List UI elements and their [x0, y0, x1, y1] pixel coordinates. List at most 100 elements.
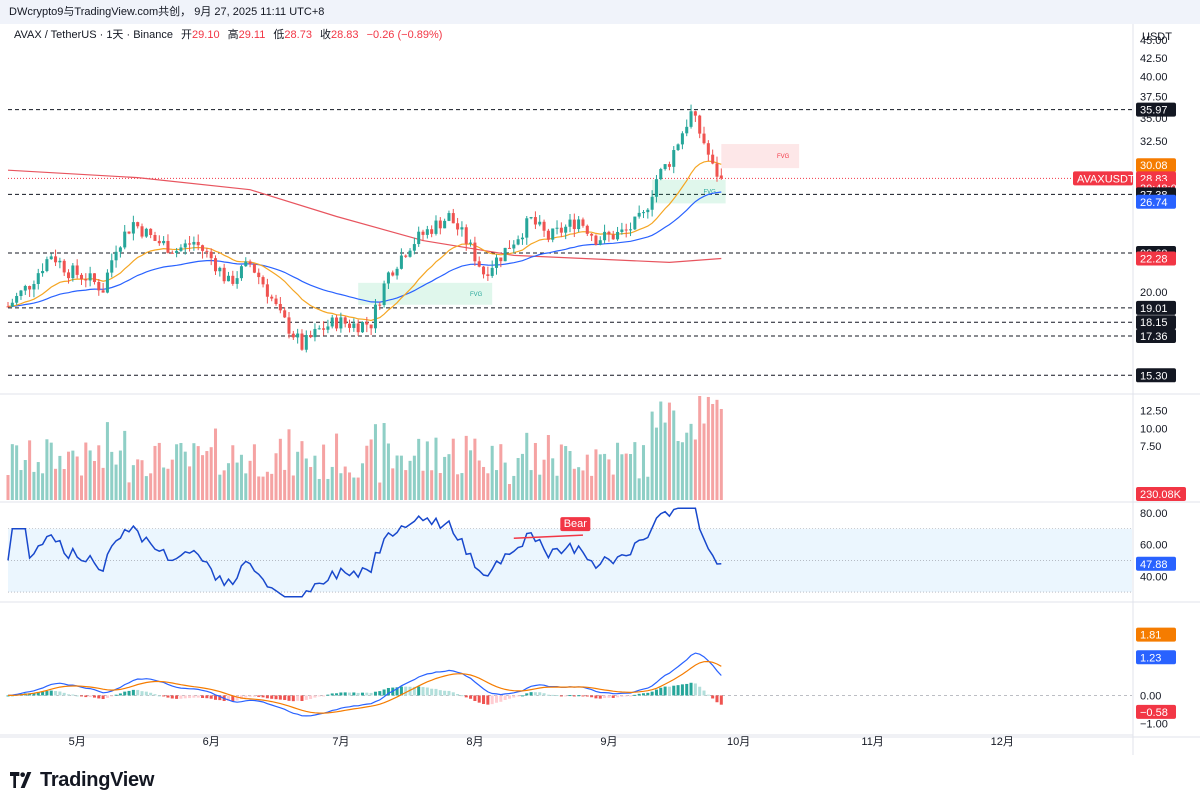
- candle-body: [529, 217, 533, 219]
- candle-body: [438, 220, 442, 229]
- candle-body: [326, 326, 330, 330]
- candle-body: [594, 235, 598, 245]
- candle-body: [300, 333, 304, 350]
- candle-body: [477, 261, 481, 267]
- volume-bar: [213, 428, 218, 500]
- volume-bar: [239, 454, 243, 500]
- volume-bar: [702, 423, 706, 500]
- macd-histogram-bar: [659, 687, 663, 696]
- chart-canvas[interactable]: FVGFVGFVGUSDT45.0042.5040.0037.5035.0032…: [0, 0, 1200, 804]
- volume-bar: [629, 454, 633, 500]
- macd-histogram-bar: [585, 695, 589, 697]
- candle-body: [650, 196, 654, 210]
- volume-bar: [585, 454, 589, 500]
- volume-bar: [322, 444, 326, 500]
- macd-histogram-bar: [473, 695, 477, 702]
- volume-bar: [45, 439, 49, 500]
- candle-body: [162, 240, 166, 244]
- volume-bar: [140, 460, 144, 500]
- volume-bar: [421, 470, 425, 500]
- candle-body: [123, 231, 127, 248]
- candle-body: [564, 226, 568, 233]
- macd-histogram-bar: [343, 692, 347, 696]
- macd-histogram-bar: [693, 683, 697, 696]
- candle-body: [54, 256, 58, 263]
- volume-bar: [144, 476, 148, 500]
- volume-bar: [97, 445, 101, 500]
- macd-histogram-bar: [274, 695, 278, 700]
- candle-body: [577, 219, 581, 230]
- candle-body: [84, 279, 88, 281]
- candle-body: [391, 272, 395, 276]
- volume-bar: [503, 462, 507, 500]
- price-axis-tick: 37.50: [1140, 92, 1168, 104]
- candle-body: [482, 266, 486, 275]
- volume-bar: [188, 466, 192, 500]
- macd-histogram-bar: [110, 695, 114, 697]
- price-tag-label: 15.30: [1140, 370, 1168, 382]
- candle-body: [572, 219, 576, 230]
- volume-bar: [157, 442, 161, 500]
- volume-bar: [711, 403, 715, 500]
- macd-histogram-bar: [123, 691, 127, 696]
- volume-bar: [477, 460, 481, 500]
- volume-bar: [425, 441, 429, 500]
- volume-bar: [88, 450, 92, 500]
- macd-histogram-bar: [291, 695, 295, 702]
- price-tag-label: 17.36: [1140, 331, 1168, 343]
- volume-bar: [603, 453, 607, 500]
- volume-bar: [166, 468, 170, 500]
- macd-histogram-bar: [637, 693, 641, 696]
- candle-body: [641, 212, 646, 214]
- time-axis-tick: 6月: [203, 736, 220, 748]
- candle-body: [689, 111, 693, 127]
- macd-histogram-bar: [179, 695, 183, 699]
- volume-bar: [19, 470, 23, 500]
- volume-bar: [10, 444, 14, 500]
- volume-bar: [28, 440, 32, 500]
- candle-body: [239, 266, 243, 279]
- volume-bar: [136, 459, 140, 500]
- candle-body: [373, 304, 377, 329]
- macd-histogram-bar: [283, 695, 287, 700]
- macd-histogram-bar: [136, 689, 140, 696]
- volume-bar: [637, 478, 641, 500]
- macd-histogram-bar: [170, 695, 174, 699]
- candle-body: [222, 267, 226, 282]
- candle-body: [291, 333, 295, 338]
- macd-axis-tick: −1.00: [1140, 719, 1168, 731]
- macd-histogram-bar: [611, 695, 615, 698]
- macd-histogram-bar: [118, 693, 122, 696]
- volume-bar: [516, 458, 520, 500]
- rsi-axis-tick: 60.00: [1140, 540, 1168, 552]
- macd-histogram-bar: [460, 695, 464, 697]
- volume-bar: [386, 443, 390, 500]
- macd-histogram-bar: [477, 695, 481, 703]
- macd-histogram-bar: [538, 692, 542, 696]
- time-axis-tick: 12月: [991, 736, 1014, 748]
- volume-bar: [287, 429, 291, 500]
- volume-bar: [62, 469, 66, 500]
- rsi-axis-tick: 40.00: [1140, 571, 1168, 583]
- macd-histogram-bar: [205, 695, 209, 699]
- candle-body: [473, 242, 477, 262]
- candle-body: [443, 220, 447, 229]
- volume-bar: [348, 472, 352, 500]
- candle-body: [244, 261, 248, 267]
- volume-bar: [382, 423, 386, 500]
- volume-bar: [265, 471, 269, 500]
- volume-bar: [538, 474, 542, 500]
- candle-body: [603, 231, 607, 241]
- volume-bar: [101, 467, 105, 500]
- macd-histogram-bar: [248, 695, 252, 697]
- price-tag-label: 26.74: [1140, 197, 1168, 209]
- candle-body: [520, 237, 524, 240]
- candle-body: [365, 322, 369, 325]
- volume-bar: [659, 401, 663, 500]
- volume-bar: [356, 477, 360, 500]
- volume-bar: [408, 460, 412, 500]
- candle-body: [45, 259, 49, 271]
- candle-body: [581, 219, 585, 226]
- macd-histogram-bar: [201, 695, 205, 698]
- macd-histogram-bar: [464, 695, 468, 698]
